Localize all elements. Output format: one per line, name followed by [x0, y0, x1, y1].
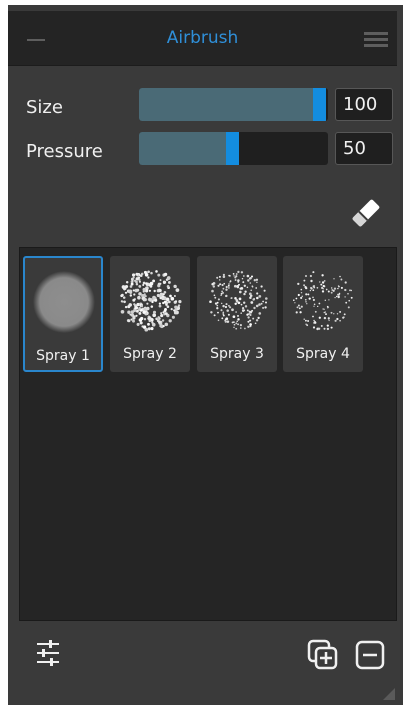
- pressure-value-field[interactable]: 50: [335, 132, 393, 165]
- panel-title: Airbrush: [166, 28, 239, 48]
- duplicate-add-icon[interactable]: [307, 639, 339, 671]
- preset-tile-spray-3[interactable]: Spray 3: [197, 256, 277, 372]
- preset-list: Spray 1 Spray 2 Spray 3 Spray 4: [19, 247, 397, 621]
- size-slider-thumb[interactable]: [313, 88, 326, 121]
- size-slider-fill: [139, 88, 326, 121]
- preset-tile-spray-1[interactable]: Spray 1: [23, 256, 103, 372]
- size-label: Size: [26, 97, 63, 118]
- size-slider[interactable]: [139, 88, 328, 121]
- sliders-settings-icon[interactable]: [36, 639, 60, 667]
- panel-title-bar: Airbrush: [8, 11, 397, 66]
- hamburger-menu-icon[interactable]: [364, 32, 388, 48]
- eraser-icon[interactable]: [350, 197, 382, 229]
- pressure-slider[interactable]: [139, 132, 328, 165]
- pressure-label: Pressure: [26, 141, 103, 162]
- pressure-slider-fill: [139, 132, 239, 165]
- pressure-slider-thumb[interactable]: [226, 132, 239, 165]
- resize-grip-icon[interactable]: [383, 688, 395, 700]
- preset-label: Spray 1: [36, 348, 90, 364]
- preset-label: Spray 2: [123, 346, 177, 362]
- preset-tile-spray-2[interactable]: Spray 2: [110, 256, 190, 372]
- size-value-field[interactable]: 100: [335, 88, 393, 121]
- preset-tile-spray-4[interactable]: Spray 4: [283, 256, 363, 372]
- remove-icon[interactable]: [355, 640, 385, 670]
- preset-label: Spray 3: [210, 346, 264, 362]
- preset-label: Spray 4: [296, 346, 350, 362]
